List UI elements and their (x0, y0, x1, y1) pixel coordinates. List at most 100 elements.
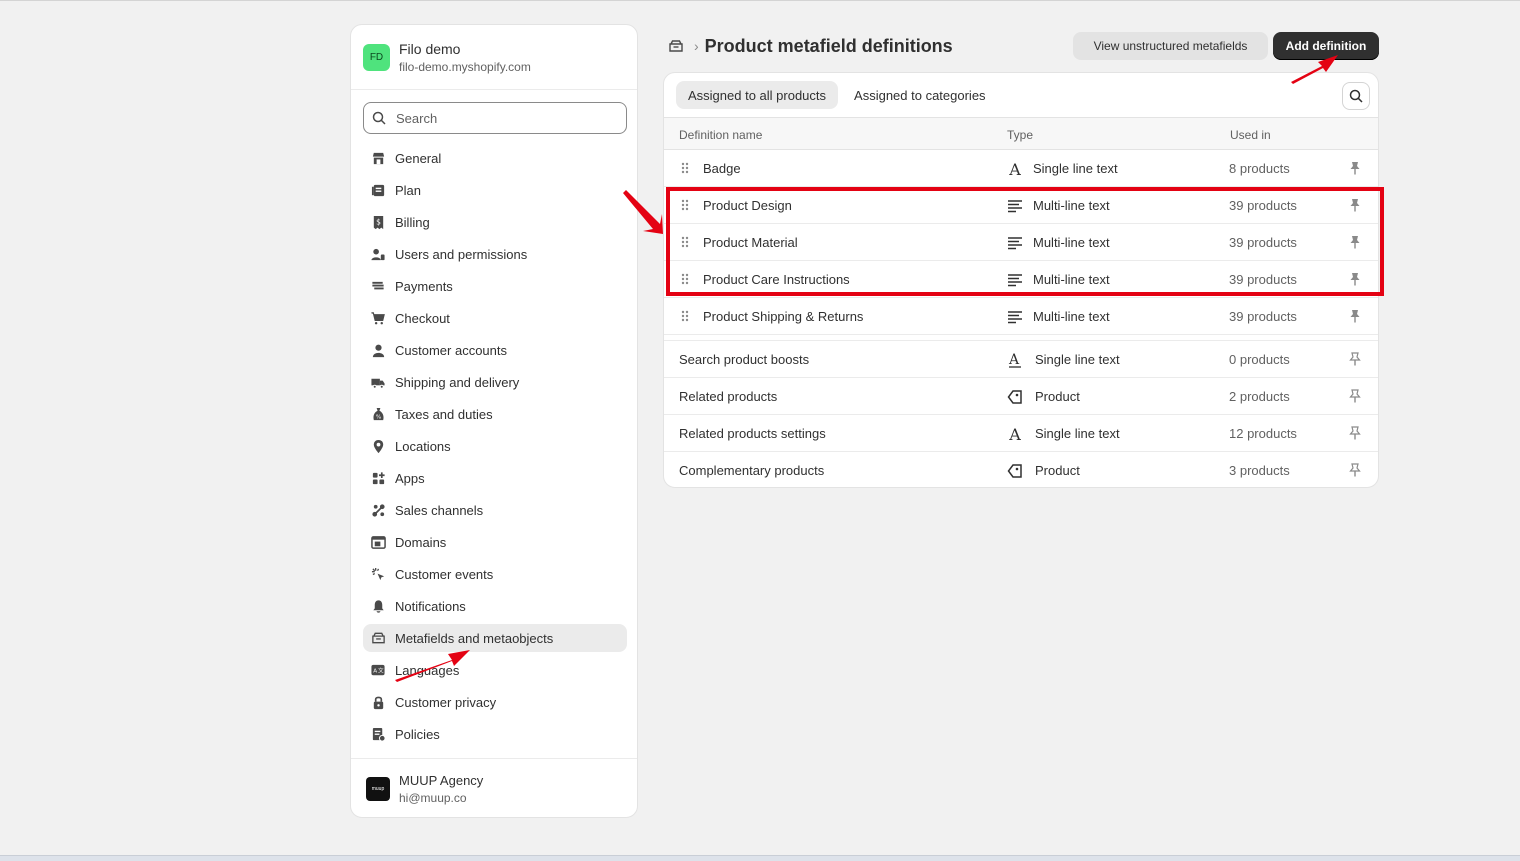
store-avatar: FD (363, 43, 390, 71)
definition-name: Search product boosts (679, 352, 810, 367)
location-icon (370, 438, 386, 454)
table-row[interactable]: Badge A Single line text 8 products (664, 150, 1378, 187)
plan-icon (370, 182, 386, 198)
users-icon (370, 246, 386, 262)
settings-sidebar: FD Filo demo filo-demo.myshopify.com Gen… (350, 24, 638, 818)
cart-icon (370, 310, 386, 326)
settings-search[interactable] (363, 102, 627, 134)
sidebar-item-customer-privacy[interactable]: Customer privacy (363, 688, 627, 716)
languages-icon: A文 (370, 662, 386, 678)
view-unstructured-metafields-button[interactable]: View unstructured metafields (1073, 32, 1268, 60)
pin-outline-icon[interactable] (1349, 426, 1361, 443)
sidebar-item-label: Domains (395, 534, 447, 550)
drag-handle-icon[interactable] (681, 162, 689, 177)
definition-name: Product Shipping & Returns (703, 309, 864, 324)
settings-nav: General Plan $ Billing Users and permissions… (363, 144, 627, 752)
definition-used-in: 0 products (1229, 352, 1290, 367)
table-row[interactable]: Product Shipping & Returns Multi-line tex… (664, 298, 1378, 335)
store-switcher[interactable]: FD Filo demo filo-demo.myshopify.com (351, 25, 637, 90)
svg-text:A: A (1008, 161, 1021, 177)
sidebar-item-label: Payments (395, 278, 453, 294)
definition-type: Single line text (1035, 426, 1120, 441)
svg-text:文: 文 (378, 666, 384, 674)
sidebar-item-label: Plan (395, 182, 422, 198)
apps-icon (370, 470, 386, 486)
sidebar-item-billing[interactable]: $ Billing (363, 208, 627, 236)
definition-name: Badge (703, 161, 741, 176)
tab-assigned-to-all-products[interactable]: Assigned to all products (676, 81, 839, 109)
sidebar-item-label: Customer privacy (395, 694, 497, 710)
account-card[interactable]: muup MUUP Agency hi@muup.co (351, 758, 637, 818)
sidebar-item-general[interactable]: General (363, 144, 627, 172)
definition-used-in: 8 products (1229, 161, 1290, 176)
table-row[interactable]: Related products settings A Single line te… (664, 415, 1378, 452)
sidebar-item-apps[interactable]: Apps (363, 464, 627, 492)
definition-name: Related products settings (679, 426, 826, 441)
definition-used-in: 12 products (1229, 426, 1297, 441)
svg-text:$: $ (376, 217, 381, 226)
agency-logo: muup (366, 776, 390, 801)
table-row[interactable]: Complementary products Product 3 products (664, 452, 1378, 487)
add-definition-button[interactable]: Add definition (1273, 32, 1379, 60)
domains-icon (370, 534, 386, 550)
product-tag-icon (1007, 462, 1025, 480)
sidebar-item-label: Customer accounts (395, 342, 507, 358)
pin-filled-icon[interactable] (1349, 161, 1361, 178)
product-tag-icon (1007, 388, 1025, 406)
sales-channels-icon (370, 502, 386, 518)
sidebar-item-customer-accounts[interactable]: Customer accounts (363, 336, 627, 364)
sidebar-item-customer-events[interactable]: Customer events (363, 560, 627, 588)
truck-icon (370, 374, 386, 390)
sidebar-item-checkout[interactable]: Checkout (363, 304, 627, 332)
column-definition-name: Definition name (679, 128, 763, 142)
bell-icon (370, 598, 386, 614)
lock-icon (370, 694, 386, 710)
pin-outline-icon[interactable] (1349, 352, 1361, 369)
search-input[interactable] (396, 110, 616, 126)
cursor-icon (370, 566, 386, 582)
sidebar-item-label: Notifications (395, 598, 466, 614)
sidebar-item-users-and-permissions[interactable]: Users and permissions (363, 240, 627, 268)
sidebar-item-label: General (395, 150, 442, 166)
multi-line-text-icon (1007, 308, 1025, 326)
page-title: Product metafield definitions (704, 35, 953, 56)
payments-icon (370, 278, 386, 294)
tabs-bar: Assigned to all products Assigned to cat… (664, 73, 1378, 118)
sidebar-item-payments[interactable]: Payments (363, 272, 627, 300)
pin-outline-icon[interactable] (1349, 463, 1361, 480)
bottom-scrollbar (0, 855, 1520, 861)
table-row[interactable]: Search product boosts A Single line text 0 … (664, 341, 1378, 378)
sidebar-item-domains[interactable]: Domains (363, 528, 627, 556)
column-used-in: Used in (1230, 128, 1271, 142)
pin-filled-icon[interactable] (1349, 309, 1361, 326)
definition-name: Complementary products (679, 463, 825, 478)
sidebar-item-label: Languages (395, 662, 460, 678)
sidebar-item-metafields-and-metaobjects[interactable]: Metafields and metaobjects (363, 624, 627, 652)
sidebar-item-label: Metafields and metaobjects (395, 630, 554, 646)
definition-type: Single line text (1035, 352, 1120, 367)
search-icon (1349, 89, 1363, 103)
sidebar-item-sales-channels[interactable]: Sales channels (363, 496, 627, 524)
sidebar-item-taxes-and-duties[interactable]: % Taxes and duties (363, 400, 627, 428)
definition-used-in: 2 products (1229, 389, 1290, 404)
metafields-icon[interactable] (668, 37, 686, 55)
sidebar-item-locations[interactable]: Locations (363, 432, 627, 460)
person-icon (370, 342, 386, 358)
sidebar-item-label: Checkout (395, 310, 450, 326)
window-top-border (0, 0, 1520, 1)
search-button[interactable] (1342, 82, 1370, 110)
sidebar-item-plan[interactable]: Plan (363, 176, 627, 204)
sidebar-item-label: Locations (395, 438, 451, 454)
pin-outline-icon[interactable] (1349, 389, 1361, 406)
single-line-text-list-icon: A (1007, 351, 1025, 369)
drag-handle-icon[interactable] (681, 310, 689, 325)
search-icon (372, 111, 386, 125)
table-row[interactable]: Related products Product 2 products (664, 378, 1378, 415)
sidebar-item-policies[interactable]: Policies (363, 720, 627, 748)
tab-assigned-to-categories[interactable]: Assigned to categories (842, 81, 998, 109)
sidebar-item-notifications[interactable]: Notifications (363, 592, 627, 620)
sidebar-item-languages[interactable]: A 文 Languages (363, 656, 627, 684)
unpinned-definitions: Search product boosts A Single line text 0 … (664, 341, 1378, 487)
sidebar-item-shipping-and-delivery[interactable]: Shipping and delivery (363, 368, 627, 396)
store-url: filo-demo.myshopify.com (399, 59, 531, 74)
